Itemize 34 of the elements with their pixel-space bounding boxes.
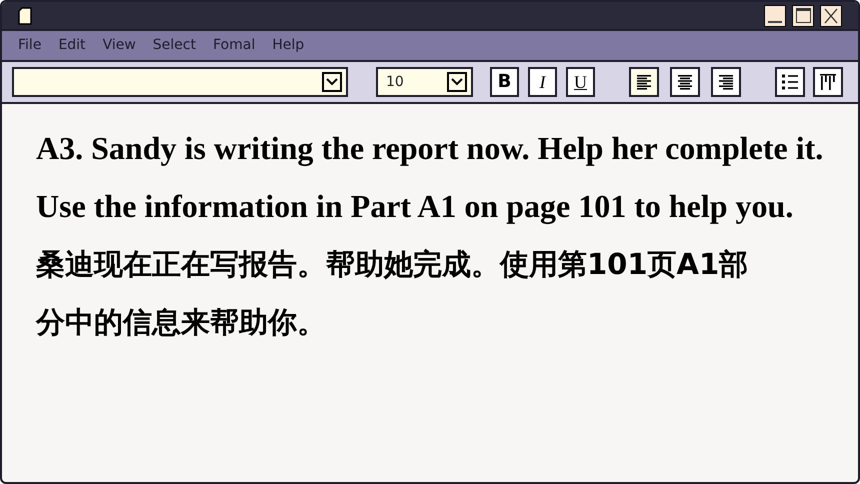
columns-button[interactable] bbox=[813, 67, 843, 97]
menu-item[interactable]: Fomal bbox=[213, 35, 256, 56]
menu-item[interactable]: File bbox=[18, 35, 42, 56]
menu-item[interactable]: Select bbox=[152, 35, 196, 56]
font-select[interactable] bbox=[12, 67, 348, 97]
document-text: 桑迪现在正在写报告。帮助她完成。使用第101页A1部 bbox=[36, 246, 750, 283]
italic-button[interactable]: I bbox=[528, 67, 557, 97]
size-select[interactable]: 10 bbox=[376, 67, 473, 97]
maximize-button[interactable] bbox=[792, 4, 814, 26]
menu-item[interactable]: Help bbox=[272, 35, 304, 56]
align-left-icon bbox=[636, 73, 652, 91]
minimize-button[interactable] bbox=[764, 4, 786, 26]
close-icon bbox=[824, 8, 838, 24]
bullets-button[interactable] bbox=[775, 67, 805, 97]
menu-item[interactable]: View bbox=[102, 35, 136, 56]
underline-button[interactable]: U bbox=[566, 67, 595, 97]
document-text: Use the information in Part A1 on page 101 to help you. bbox=[36, 187, 794, 226]
columns-icon bbox=[819, 73, 837, 91]
dropdown-icon bbox=[447, 72, 467, 92]
align-left-button[interactable] bbox=[629, 67, 659, 97]
minimize-icon bbox=[768, 21, 782, 22]
document-icon bbox=[18, 6, 32, 24]
bold-button[interactable]: B bbox=[490, 67, 519, 97]
maximize-icon bbox=[796, 8, 810, 23]
align-right-button[interactable] bbox=[711, 67, 741, 97]
align-right-icon bbox=[718, 73, 734, 91]
menu-item[interactable]: Edit bbox=[58, 35, 86, 56]
document-text: 分中的信息来帮助你。 bbox=[36, 304, 327, 341]
bullet-list-icon bbox=[781, 73, 799, 91]
align-center-icon bbox=[677, 73, 693, 91]
document-text: A3. Sandy is writing the report now. Help her complete it. bbox=[36, 129, 824, 168]
dropdown-icon bbox=[322, 72, 342, 92]
align-center-button[interactable] bbox=[670, 67, 700, 97]
close-button[interactable] bbox=[820, 4, 842, 26]
